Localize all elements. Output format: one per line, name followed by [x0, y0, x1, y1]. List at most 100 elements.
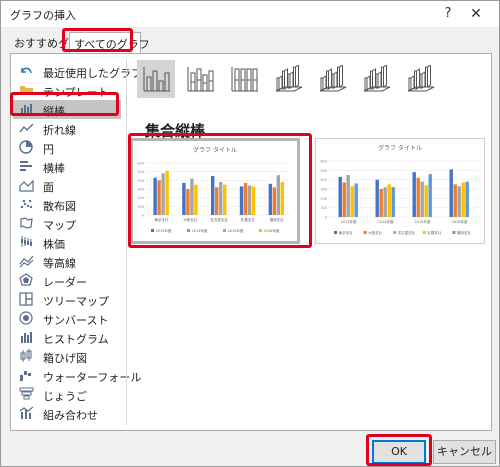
category-label: 折れ線 — [43, 124, 76, 137]
category-label: 等高線 — [43, 257, 76, 270]
category-item-14[interactable]: サンバースト — [13, 309, 121, 328]
category-label: マップ — [43, 219, 76, 232]
svg-text:札幌支社: 札幌支社 — [427, 230, 441, 235]
chart-preview-2[interactable]: グラフ タイトル 600 500 400 300 200 100 0 2013年度 2014年度… — [315, 138, 485, 244]
preview-bar — [354, 183, 358, 217]
svg-text:福岡支社: 福岡支社 — [457, 230, 471, 235]
waterfall-chart-icon — [19, 368, 34, 382]
preview-bar — [338, 176, 342, 217]
preview-bar — [416, 177, 420, 217]
category-label: サンバースト — [43, 314, 109, 327]
stock-chart-icon — [19, 235, 34, 249]
undo-icon — [19, 64, 34, 78]
svg-text:0: 0 — [325, 216, 327, 220]
preview-bar — [428, 174, 432, 217]
preview-bar — [379, 189, 383, 217]
category-item-17[interactable]: ウォーターフォール — [13, 366, 141, 385]
100-stacked-column-icon — [231, 67, 258, 92]
pie-chart-icon — [19, 140, 34, 154]
panel-divider — [126, 59, 127, 425]
3d-stacked-column-icon — [319, 65, 347, 92]
category-label: レーダー — [43, 276, 87, 289]
tab-highlight-box — [62, 28, 133, 52]
category-label: 面 — [43, 181, 54, 194]
svg-text:2014年度: 2014年度 — [378, 219, 394, 224]
category-label: じょうご — [43, 390, 87, 403]
preview-bar — [412, 172, 416, 217]
clustered-column-icon — [143, 67, 170, 92]
svg-text:500: 500 — [320, 169, 327, 173]
treemap-chart-icon — [19, 292, 34, 306]
svg-text:大阪支社: 大阪支社 — [368, 230, 382, 235]
preview-highlight-box — [128, 133, 312, 248]
subtype-100-stacked-column[interactable] — [225, 60, 263, 98]
preview-bar — [461, 182, 465, 217]
category-item-16[interactable]: 箱ひげ図 — [13, 347, 121, 366]
preview-2-chart: 600 500 400 300 200 100 0 2013年度 2014年度 2015年度 201… — [320, 160, 478, 235]
subtype-3d-clustered-column[interactable] — [269, 60, 307, 98]
category-item-11[interactable]: 等高線 — [13, 252, 121, 271]
preview-bar — [391, 187, 395, 217]
subtype-3d-stacked-column[interactable] — [313, 60, 351, 98]
preview-bar — [383, 187, 387, 217]
line-chart-icon — [19, 121, 34, 135]
svg-text:東京本社: 東京本社 — [339, 230, 353, 235]
help-button[interactable]: ? — [439, 5, 457, 23]
preview-bar — [387, 184, 391, 217]
category-item-9[interactable]: マップ — [13, 214, 121, 233]
category-label: 箱ひげ図 — [43, 352, 87, 365]
scatter-chart-icon — [19, 197, 34, 211]
category-item-13[interactable]: ツリーマップ — [13, 290, 121, 309]
subtype-clustered-column[interactable] — [137, 60, 175, 98]
svg-text:2015年度: 2015年度 — [415, 219, 431, 224]
category-item-4[interactable]: 折れ線 — [13, 119, 121, 138]
surface-chart-icon — [19, 254, 34, 268]
category-item-5[interactable]: 円 — [13, 138, 121, 157]
category-highlight-box — [10, 92, 119, 116]
category-label: ツリーマップ — [43, 295, 109, 308]
svg-text:2013年度: 2013年度 — [341, 219, 357, 224]
ok-highlight-box — [366, 434, 432, 466]
category-item-19[interactable]: 組み合わせ — [13, 404, 121, 423]
svg-text:300: 300 — [320, 188, 327, 192]
title-bar: グラフの挿入 ? ✕ — [1, 1, 499, 27]
close-button[interactable]: ✕ — [467, 5, 485, 23]
preview-bar — [449, 169, 453, 217]
category-label: ヒストグラム — [43, 333, 109, 346]
preview-bar — [453, 184, 457, 217]
bar-chart-icon — [19, 159, 34, 173]
category-item-1[interactable]: 最近使用したグラフ — [13, 62, 142, 81]
category-item-12[interactable]: レーダー — [13, 271, 121, 290]
subtype-stacked-column[interactable] — [181, 60, 219, 98]
subtype-3d-100-stacked-column[interactable] — [357, 60, 395, 98]
category-item-10[interactable]: 株価 — [13, 233, 121, 252]
category-label: 円 — [43, 143, 54, 156]
preview-bar — [342, 182, 346, 217]
map-chart-icon — [19, 216, 34, 230]
subtype-3d-column[interactable] — [401, 60, 439, 98]
svg-text:100: 100 — [320, 206, 327, 210]
category-item-6[interactable]: 横棒 — [13, 157, 121, 176]
preview-bar — [457, 186, 461, 217]
svg-text:200: 200 — [320, 197, 327, 201]
category-item-8[interactable]: 散布図 — [13, 195, 121, 214]
category-label: 散布図 — [43, 200, 76, 213]
sunburst-chart-icon — [19, 311, 34, 325]
cancel-button[interactable]: キャンセル — [433, 440, 496, 464]
category-item-7[interactable]: 面 — [13, 176, 121, 195]
svg-text:600: 600 — [320, 160, 327, 164]
preview-bar — [350, 186, 354, 217]
category-label: 組み合わせ — [43, 409, 98, 422]
preview-bar — [420, 181, 424, 217]
svg-text:2016年度: 2016年度 — [452, 219, 468, 224]
area-chart-icon — [19, 178, 34, 192]
category-item-15[interactable]: ヒストグラム — [13, 328, 121, 347]
category-label: 株価 — [43, 238, 65, 251]
tab-recommended-charts[interactable]: おすすめグラフ — [10, 32, 69, 53]
box-whisker-chart-icon — [19, 349, 34, 363]
category-item-18[interactable]: じょうご — [13, 385, 121, 404]
preview-bar — [424, 185, 428, 217]
category-label: 最近使用したグラフ — [43, 67, 142, 80]
radar-chart-icon — [19, 273, 34, 287]
preview-bar — [465, 181, 469, 217]
